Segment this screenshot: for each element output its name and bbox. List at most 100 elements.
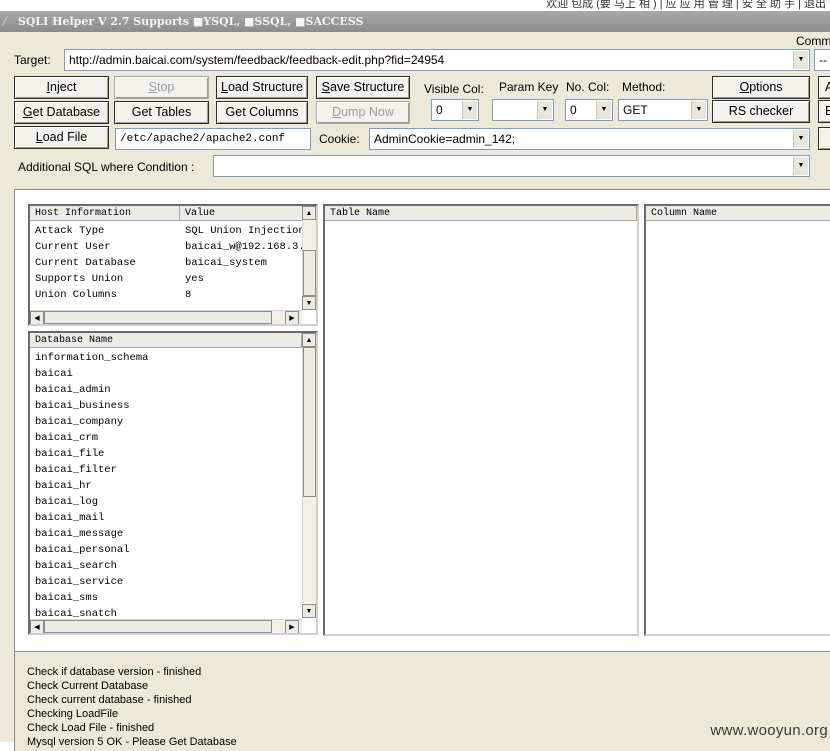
database-name-header[interactable]: Database Name — [30, 333, 302, 348]
host-info-hscroll[interactable]: ◀ ▶ — [30, 310, 302, 324]
scroll-up-icon[interactable]: ▲ — [302, 333, 316, 347]
top-strip: 欢迎 包成 (要 马上 相 ) | 应 应 用 管 理 | 安 全 助 手 | … — [0, 0, 830, 11]
log-line: Check current database - finished — [27, 694, 192, 706]
no-col-value: 0 — [570, 103, 577, 117]
host-info-value[interactable]: baicai_w@192.168.3. — [185, 239, 305, 255]
host-info-value[interactable]: baicai_system — [185, 255, 267, 271]
right-e-button[interactable]: E — [818, 100, 830, 123]
top-strip-text: 欢迎 包成 (要 马上 相 ) | 应 应 用 管 理 | 安 全 助 手 | … — [546, 0, 826, 10]
host-info-value[interactable]: SQL Union Injection — [185, 223, 305, 239]
database-list-item[interactable]: baicai_log — [35, 494, 98, 510]
table-list[interactable]: Table Name — [323, 204, 639, 636]
chevron-down-icon[interactable]: ▼ — [793, 51, 808, 69]
column-list[interactable]: Column Name — [644, 204, 830, 636]
log-line: Check Current Database — [27, 680, 149, 692]
database-list-item[interactable]: baicai_crm — [35, 430, 98, 446]
where-condition-combo[interactable]: ▼ — [213, 155, 810, 177]
host-info-header[interactable]: Host Information — [30, 206, 180, 221]
column-name-header[interactable]: Column Name — [646, 206, 830, 221]
host-info-key[interactable]: Current User — [35, 239, 111, 255]
chevron-down-icon[interactable]: ▼ — [462, 101, 477, 119]
host-info-list[interactable]: Host Information Value ▲ Attack Type SQL… — [28, 204, 318, 326]
cookie-combo[interactable]: AdminCookie=admin_142; ▼ — [369, 128, 810, 150]
cookie-label: Cookie: — [319, 132, 360, 146]
scroll-down-icon[interactable]: ▼ — [302, 296, 316, 310]
database-list-item[interactable]: baicai_mail — [35, 510, 104, 526]
value-header[interactable]: Value — [180, 206, 305, 221]
no-col-label: No. Col: — [566, 80, 610, 94]
comment-value: -- — [819, 53, 827, 67]
host-info-key[interactable]: Supports Union — [35, 271, 123, 287]
method-combo[interactable]: GET ▼ — [618, 99, 708, 121]
database-list-item[interactable]: baicai_service — [35, 574, 123, 590]
host-info-value[interactable]: 8 — [185, 287, 191, 303]
scroll-thumb[interactable] — [44, 311, 272, 324]
chevron-down-icon[interactable]: ▼ — [537, 101, 552, 119]
load-structure-button[interactable]: Load Structure — [216, 76, 308, 99]
log-line: Checking LoadFile — [27, 708, 119, 720]
database-list-item[interactable]: baicai_hr — [35, 478, 92, 494]
save-structure-button[interactable]: Save Structure — [316, 76, 410, 99]
scroll-right-icon[interactable]: ▶ — [285, 620, 299, 633]
chevron-down-icon[interactable]: ▼ — [691, 101, 706, 119]
get-tables-button[interactable]: Get Tables — [114, 101, 209, 124]
right-a-button[interactable]: A — [818, 76, 830, 99]
host-info-key[interactable]: Current Database — [35, 255, 136, 271]
chevron-down-icon[interactable]: ▼ — [596, 101, 611, 119]
database-list-item[interactable]: baicai_admin — [35, 382, 111, 398]
rs-checker-button[interactable]: RS checker — [712, 100, 810, 123]
database-list[interactable]: Database Name ▲ information_schema baicai… — [28, 331, 318, 635]
load-file-path-field[interactable]: /etc/apache2/apache2.conf — [115, 128, 311, 150]
get-database-button[interactable]: Get Database — [14, 101, 109, 124]
scroll-left-icon[interactable]: ◀ — [30, 311, 44, 324]
table-name-header[interactable]: Table Name — [325, 206, 637, 221]
no-col-combo[interactable]: 0 ▼ — [565, 99, 613, 121]
target-url-value: http://admin.baicai.com/system/feedback/… — [69, 53, 445, 67]
comment-field[interactable]: -- — [814, 49, 830, 71]
database-list-item[interactable]: baicai_file — [35, 446, 104, 462]
visible-col-combo[interactable]: 0 ▼ — [431, 99, 479, 121]
scroll-right-icon[interactable]: ▶ — [285, 311, 299, 324]
database-list-item[interactable]: baicai_search — [35, 558, 117, 574]
scroll-left-icon[interactable]: ◀ — [30, 620, 44, 633]
inject-button[interactable]: Inject — [14, 76, 109, 99]
cookie-value: AdminCookie=admin_142; — [374, 132, 516, 146]
database-list-item[interactable]: baicai_business — [35, 398, 130, 414]
log-line: Mysql version 5 OK - Please Get Database — [27, 736, 237, 748]
scroll-thumb[interactable] — [44, 620, 272, 633]
host-info-key[interactable]: Attack Type — [35, 223, 104, 239]
scroll-down-icon[interactable]: ▼ — [302, 604, 316, 618]
database-list-item[interactable]: baicai_sms — [35, 590, 98, 606]
log-line: Check if database version - finished — [27, 666, 202, 678]
scroll-thumb[interactable] — [303, 347, 316, 497]
database-hscroll[interactable]: ◀ ▶ — [30, 619, 302, 633]
method-label: Method: — [622, 80, 666, 94]
dump-now-button[interactable]: Dump Now — [316, 101, 410, 124]
host-info-key[interactable]: Union Columns — [35, 287, 117, 303]
options-button[interactable]: Options — [712, 76, 810, 99]
database-list-item[interactable]: baicai_message — [35, 526, 123, 542]
status-log: Check if database version - finished Chec… — [14, 651, 830, 751]
target-url-combo[interactable]: http://admin.baicai.com/system/feedback/… — [64, 49, 810, 71]
load-file-button[interactable]: Load File — [14, 126, 109, 149]
app-icon: ⁄ — [4, 15, 6, 28]
host-info-value[interactable]: yes — [185, 271, 204, 287]
method-value: GET — [623, 103, 648, 117]
right-edge-button[interactable] — [818, 127, 830, 150]
visible-col-value: 0 — [436, 103, 443, 117]
database-list-item[interactable]: information_schema — [35, 350, 148, 366]
chevron-down-icon[interactable]: ▼ — [793, 130, 808, 148]
database-vscroll[interactable] — [302, 347, 316, 603]
comment-label: Comm — [796, 34, 830, 48]
chevron-down-icon[interactable]: ▼ — [793, 157, 808, 175]
param-key-combo[interactable]: ▼ — [492, 99, 554, 121]
database-list-item[interactable]: baicai_personal — [35, 542, 130, 558]
get-columns-button[interactable]: Get Columns — [216, 101, 308, 124]
database-list-item[interactable]: baicai_company — [35, 414, 123, 430]
database-list-item[interactable]: baicai — [35, 366, 73, 382]
scroll-up-icon[interactable]: ▲ — [302, 206, 316, 220]
database-list-item[interactable]: baicai_filter — [35, 462, 117, 478]
scroll-thumb[interactable] — [303, 250, 316, 296]
target-label: Target: — [14, 53, 51, 67]
stop-button[interactable]: Stop — [114, 76, 209, 99]
